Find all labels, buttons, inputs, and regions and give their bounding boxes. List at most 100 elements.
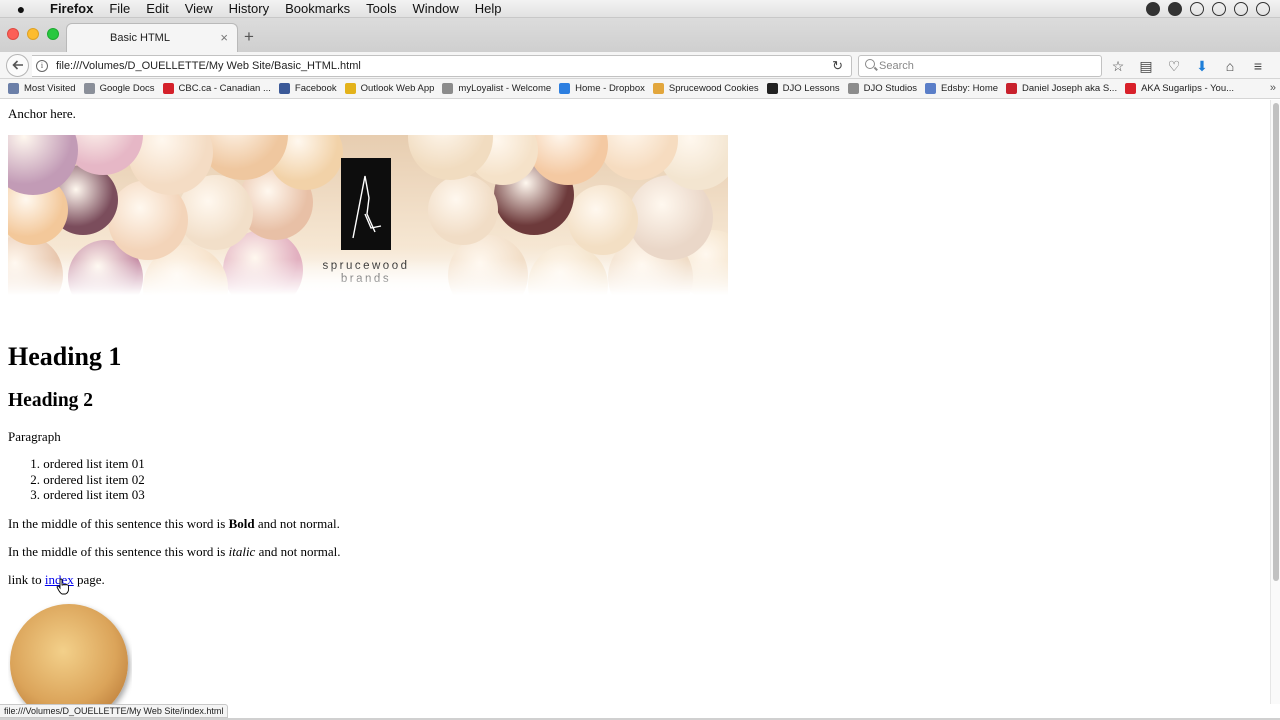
bookmark-label: Sprucewood Cookies — [668, 83, 759, 94]
italic-sentence-after: and not normal. — [255, 544, 341, 559]
window-zoom-button[interactable] — [47, 28, 59, 40]
scrollbar-thumb[interactable] — [1273, 103, 1279, 581]
bookmark-label: Google Docs — [99, 83, 155, 94]
heading-1: Heading 1 — [8, 342, 122, 371]
reload-icon[interactable]: ↻ — [832, 58, 843, 74]
bookmark-item[interactable]: CBC.ca - Canadian ... — [162, 83, 271, 94]
bold-sentence-before: In the middle of this sentence this word… — [8, 516, 229, 531]
bookmarks-toolbar: Most Visited Google Docs CBC.ca - Canadian… — [0, 79, 1280, 99]
bookmarks-overflow-icon[interactable]: » — [1270, 82, 1276, 94]
menu-window[interactable]: Window — [405, 0, 467, 18]
bookmark-label: myLoyalist - Welcome — [458, 83, 552, 94]
bookmark-item[interactable]: Google Docs — [83, 83, 155, 94]
bookmark-item[interactable]: Sprucewood Cookies — [652, 83, 759, 94]
hand-cursor-icon — [56, 578, 69, 595]
bookmark-label: DJO Lessons — [782, 83, 840, 94]
bold-sentence-after: and not normal. — [254, 516, 340, 531]
bookmark-item[interactable]: DJO Lessons — [766, 83, 840, 94]
list-item-text: ordered list item 01 — [43, 456, 145, 471]
url-bar[interactable]: i file:///Volumes/D_OUELLETTE/My Web Sit… — [32, 55, 852, 77]
status-bar-link-preview: file:///Volumes/D_OUELLETTE/My Web Site/… — [0, 704, 229, 718]
window-minimize-button[interactable] — [27, 28, 39, 40]
bookmark-favicon-icon — [8, 83, 19, 94]
menu-tools[interactable]: Tools — [358, 0, 404, 18]
bookmark-item[interactable]: Outlook Web App — [344, 83, 435, 94]
menu-edit[interactable]: Edit — [138, 0, 176, 18]
tab-basic-html[interactable]: Basic HTML × — [66, 23, 238, 52]
tab-title: Basic HTML — [110, 32, 170, 44]
bookmark-item[interactable]: Daniel Joseph aka S... — [1006, 83, 1117, 94]
menu-help[interactable]: Help — [467, 0, 510, 18]
creative-cloud-icon[interactable] — [1168, 1, 1182, 16]
search-placeholder: Search — [879, 60, 914, 72]
sprucewood-logo-icon — [341, 158, 391, 250]
mac-menu-bar: ● Firefox File Edit View History Bookmar… — [0, 0, 1280, 18]
bookmark-label: Facebook — [294, 83, 337, 94]
bookmark-label: Outlook Web App — [360, 83, 435, 94]
bookmark-item[interactable]: Most Visited — [8, 83, 76, 94]
hamburger-menu-icon[interactable]: ≡ — [1248, 56, 1268, 76]
new-tab-button[interactable]: + — [244, 28, 254, 45]
bookmark-item[interactable]: Facebook — [278, 83, 337, 94]
italic-sentence: In the middle of this sentence this word… — [8, 544, 341, 560]
link-sentence-before: link to — [8, 572, 45, 587]
bookmark-label: DJO Studios — [863, 83, 917, 94]
bookmark-label: CBC.ca - Canadian ... — [178, 83, 271, 94]
bookmark-item[interactable]: Edsby: Home — [925, 83, 998, 94]
status-tray — [1146, 1, 1280, 16]
menu-file[interactable]: File — [101, 0, 138, 18]
search-bar[interactable]: Search — [858, 55, 1102, 77]
info-icon[interactable]: i — [36, 60, 48, 72]
download-icon[interactable]: ⬇ — [1192, 56, 1212, 76]
window-close-button[interactable] — [7, 28, 19, 40]
bookmark-item[interactable]: DJO Studios — [847, 83, 917, 94]
bold-word: Bold — [228, 516, 255, 531]
home-icon[interactable]: ⌂ — [1220, 56, 1240, 76]
menu-history[interactable]: History — [221, 0, 277, 18]
menu-app-firefox[interactable]: Firefox — [42, 0, 101, 18]
bold-sentence: In the middle of this sentence this word… — [8, 516, 340, 532]
pocket-icon[interactable]: ♡ — [1164, 56, 1184, 76]
bookmark-favicon-icon — [83, 83, 95, 94]
bookmark-label: Edsby: Home — [941, 83, 999, 94]
bookmark-favicon-icon — [442, 83, 454, 94]
bookmark-favicon-icon — [344, 83, 356, 94]
list-item: 2. ordered list item 02 — [30, 471, 145, 487]
back-button[interactable] — [6, 54, 29, 77]
bookmark-favicon-icon — [925, 83, 936, 94]
bookmark-favicon-icon — [1125, 83, 1137, 94]
wifi-icon[interactable] — [1212, 1, 1226, 16]
list-item-text: ordered list item 02 — [43, 471, 145, 487]
url-text[interactable]: file:///Volumes/D_OUELLETTE/My Web Site/… — [56, 60, 361, 72]
apple-logo-icon[interactable]: ● — [0, 1, 42, 17]
bookmark-favicon-icon — [1006, 83, 1018, 94]
five-icon[interactable] — [1190, 1, 1204, 16]
search-icon — [865, 59, 875, 69]
bookmark-star-icon[interactable]: ☆ — [1108, 56, 1128, 76]
bookmark-item[interactable]: Home - Dropbox — [559, 83, 645, 94]
menu-view[interactable]: View — [177, 0, 221, 18]
italic-word: italic — [228, 544, 256, 559]
bookmark-favicon-icon — [162, 83, 174, 94]
menu-bookmarks[interactable]: Bookmarks — [277, 0, 358, 18]
tab-close-icon[interactable]: × — [220, 30, 228, 45]
bookmark-favicon-icon — [652, 83, 664, 94]
reading-list-icon[interactable]: ▤ — [1136, 56, 1156, 76]
bluetooth-icon[interactable] — [1256, 1, 1270, 16]
bookmark-item[interactable]: myLoyalist - Welcome — [442, 83, 551, 94]
page-content: Anchor here. sprucewood brands Heading 1… — [0, 100, 1270, 704]
bookmark-label: Most Visited — [24, 83, 76, 94]
banner-fade — [8, 259, 728, 295]
cookie-icon — [10, 604, 128, 704]
vertical-scrollbar[interactable] — [1270, 100, 1280, 704]
bookmark-item[interactable]: AKA Sugarlips - You... — [1125, 83, 1234, 94]
time-machine-icon[interactable] — [1234, 1, 1248, 16]
adobe-icon[interactable] — [1146, 1, 1160, 16]
paragraph: Paragraph — [8, 429, 61, 444]
bookmark-favicon-icon — [278, 83, 290, 94]
cookie-image — [8, 600, 132, 704]
navigation-toolbar: i file:///Volumes/D_OUELLETTE/My Web Sit… — [0, 52, 1280, 79]
list-item-text: ordered list item 03 — [43, 487, 145, 502]
heading-2: Heading 2 — [8, 390, 94, 411]
list-item: 3. ordered list item 03 — [30, 487, 145, 502]
